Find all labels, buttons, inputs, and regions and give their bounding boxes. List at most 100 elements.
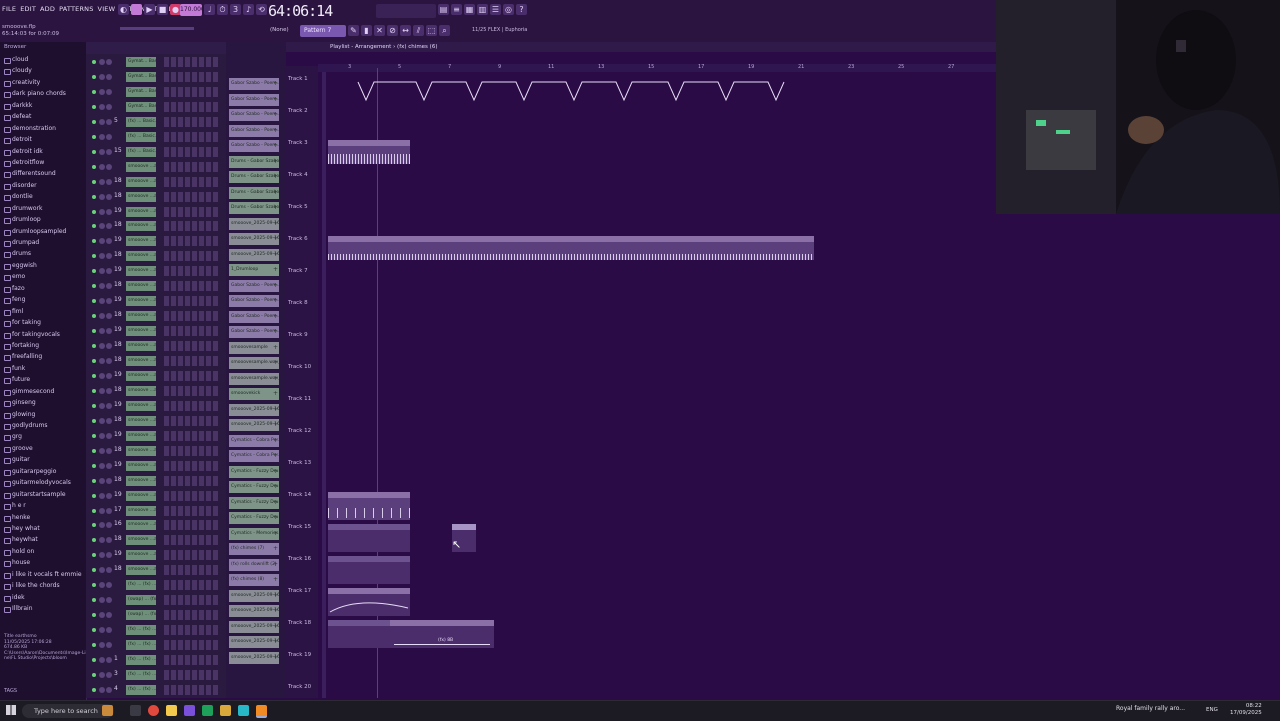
pan-knob[interactable] [99,507,105,514]
pan-knob[interactable] [99,372,105,379]
channel-name-button[interactable]: smooove ...art 18 [126,266,156,277]
channel-row[interactable]: (swap) ... (fx) ... [86,609,226,623]
mixer-track-number[interactable]: 18 [114,476,122,483]
volume-knob[interactable] [106,447,112,454]
channel-name-button[interactable]: smooove ...art 18 [126,430,156,441]
channel-led[interactable] [92,284,96,289]
step-sequencer[interactable] [164,341,220,352]
mixer-track-number[interactable]: 18 [114,177,122,184]
channel-name-button[interactable]: smooove ...art 18 [126,520,156,531]
browser-folder[interactable]: i like the chords [0,582,86,593]
picker-clip[interactable]: Gabor Szabo - Poem... [229,93,279,106]
step-sequencer[interactable] [164,655,220,665]
mixer-track-number[interactable]: 4 [114,685,118,692]
app-icon-2[interactable] [220,705,231,716]
channel-led[interactable] [92,299,96,304]
mixer-track-number[interactable]: 19 [114,266,122,273]
channel-name-button[interactable]: (fx) ... Basic... [126,116,156,127]
browser-folder[interactable]: idek [0,594,86,605]
browser-folder[interactable]: henke [0,514,86,525]
channel-row[interactable]: 18 smooove ...art 18 [86,220,226,234]
channel-row[interactable]: 18 smooove ...art 18 [86,340,226,354]
pan-knob[interactable] [99,447,105,454]
channel-led[interactable] [92,403,96,408]
channel-led[interactable] [92,418,96,423]
browser-folder[interactable]: detroitflow [0,159,86,170]
channel-row[interactable]: 18 smooove ...art 18 [86,564,226,578]
track-header[interactable]: Track 5 [288,204,308,210]
picker-clip[interactable]: smooovesample.wav_ [229,372,279,385]
channel-name-button[interactable]: smooove ...art 18 [126,535,156,546]
mixer-track-number[interactable]: 19 [114,401,122,408]
picker-clip[interactable]: smooovekick [229,388,279,400]
snap-mode[interactable]: (None) [270,27,289,33]
picker-clip[interactable]: smooove_2025-09-16-0... [229,248,279,261]
track-header[interactable]: Track 6 [288,236,308,242]
channel-row[interactable]: 18 smooove ...art 18 [86,280,226,294]
browser-folder[interactable]: freefalling [0,353,86,364]
channel-name-button[interactable]: smooove ...art 18 [126,400,156,411]
step-sequencer[interactable] [164,326,220,337]
track-header[interactable]: Track 1 [288,76,308,82]
channel-name-button[interactable]: (fx) ... (fx) ... [126,655,156,665]
volume-knob[interactable] [106,208,112,215]
picker-clip[interactable]: 1_Drumloop [229,264,279,276]
browser-folder[interactable]: godlydrums [0,422,86,433]
channel-name-button[interactable]: smooove ...art 18 [126,490,156,501]
channel-row[interactable]: Gymat... Basic... [86,56,226,70]
picker-clip[interactable]: Gabor Szabo - Poem... [229,78,279,90]
step-sequencer[interactable] [164,400,220,411]
mixer-track-number[interactable]: 18 [114,416,122,423]
step-sequencer[interactable] [164,490,220,501]
pan-knob[interactable] [99,671,105,678]
step-sequencer[interactable] [164,460,220,471]
volume-knob[interactable] [106,387,112,394]
select-tool-icon[interactable]: ⬚ [426,25,437,36]
track18-clip-a[interactable]: Pattern 10 [328,620,390,648]
channel-row[interactable]: 4 (fx) ... (fx) ... [86,684,226,698]
pan-knob[interactable] [99,387,105,394]
menu-item-patterns[interactable]: PATTERNS [59,5,93,13]
taskbar-search[interactable]: Type here to search [22,704,114,718]
channel-led[interactable] [92,613,96,618]
step-sequencer[interactable] [164,684,220,695]
browser-folder[interactable]: guitararpeggio [0,468,86,479]
step-sequencer[interactable] [164,669,220,680]
fl-studio-icon[interactable] [256,705,267,718]
picker-clip[interactable]: Gabor Szabo - Poem... [229,295,279,307]
browser-folder[interactable]: heywhat [0,536,86,547]
app-icon-3[interactable] [238,705,249,716]
track-header[interactable]: Track 2 [288,108,308,114]
channel-row[interactable]: 19 smooove ...art 18 [86,295,226,309]
channel-name-button[interactable]: smooove ...art 18 [126,550,156,561]
channel-led[interactable] [92,598,96,603]
channel-led[interactable] [92,104,96,109]
pattern-mode-button[interactable] [131,4,142,15]
channel-name-button[interactable]: smooove ...art 18 [126,251,156,262]
mixer-track-number[interactable]: 19 [114,326,122,333]
browser-folder[interactable]: ginseng [0,399,86,410]
picker-clip[interactable]: Cymatics - Fuzzy Dru... [229,481,279,493]
step-sequencer[interactable] [164,131,220,142]
track-header[interactable]: Track 11 [288,396,311,402]
mute-tool-icon[interactable]: ⊘ [387,25,398,36]
volume-knob[interactable] [106,507,112,514]
volume-knob[interactable] [106,313,112,320]
step-sequencer[interactable] [164,236,220,247]
picker-clip[interactable]: smooove_2025-09-16-0... [229,589,279,602]
volume-knob[interactable] [106,283,112,290]
track-header[interactable]: Track 14 [288,492,311,498]
browser-folder[interactable]: feng [0,296,86,307]
volume-knob[interactable] [106,537,112,544]
channel-led[interactable] [92,523,96,528]
step-sequencer[interactable] [164,625,220,636]
pan-knob[interactable] [99,477,105,484]
browser-folder[interactable]: drumloop [0,216,86,227]
channel-led[interactable] [92,254,96,259]
news-widget[interactable]: Royal family rally aro... [1116,705,1185,712]
channel-row[interactable]: 19 smooove ...art 18 [86,325,226,339]
browser-folder[interactable]: cloudy [0,67,86,78]
volume-knob[interactable] [106,462,112,469]
channel-name-button[interactable]: smooove ...art 18 [126,311,156,322]
delete-tool-icon[interactable]: ✕ [374,25,385,36]
